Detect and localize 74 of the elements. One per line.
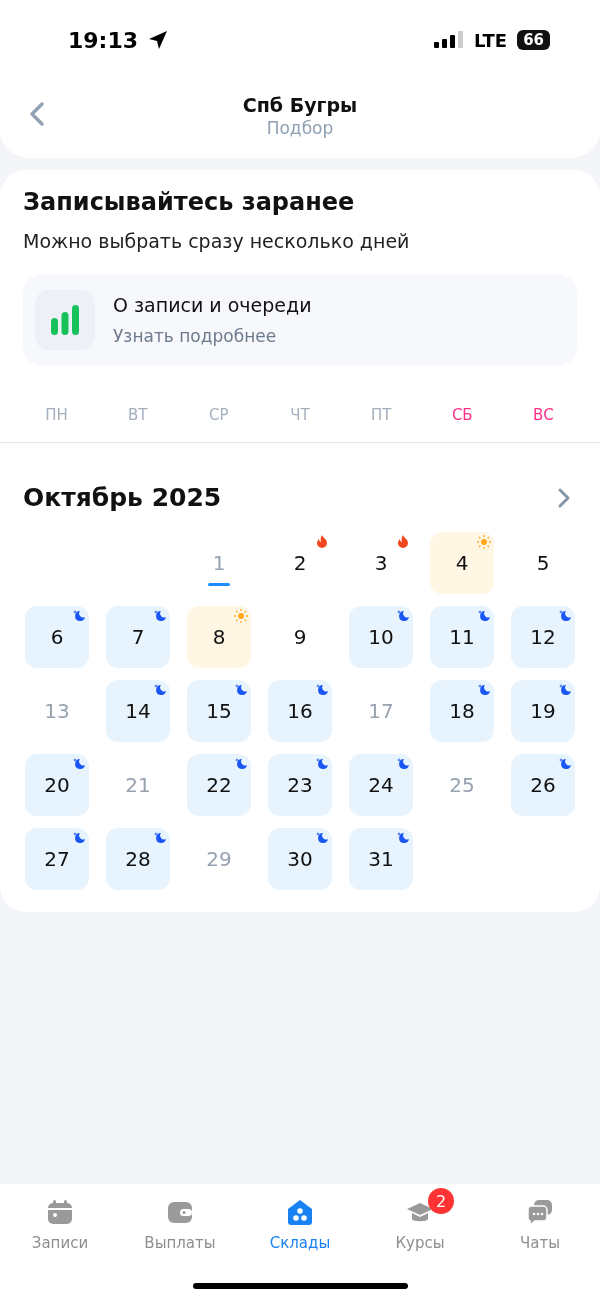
calendar-day[interactable]: 10 xyxy=(349,606,413,668)
tab-bar-item[interactable]: Склады xyxy=(240,1192,360,1258)
weekday-label: ПН xyxy=(44,406,69,424)
calendar-icon xyxy=(46,1198,74,1226)
calendar-day[interactable]: 20 xyxy=(25,754,89,816)
calendar-day[interactable]: 11 xyxy=(430,606,494,668)
calendar-day[interactable]: 7 xyxy=(106,606,170,668)
intro-text: Можно выбрать сразу несколько дней xyxy=(23,230,411,252)
moon-icon xyxy=(234,757,248,771)
moon-icon xyxy=(315,831,329,845)
header-subtitle: Подбор xyxy=(266,118,334,138)
calendar-day[interactable]: 12 xyxy=(511,606,575,668)
calendar-day[interactable]: 24 xyxy=(349,754,413,816)
month-title: Октябрь 2025 xyxy=(23,483,222,512)
moon-icon xyxy=(153,831,167,845)
calendar-day[interactable]: 18 xyxy=(430,680,494,742)
calendar-day[interactable]: 22 xyxy=(187,754,251,816)
sun-icon xyxy=(477,535,491,549)
info-link[interactable]: Узнать подробнее xyxy=(113,326,312,346)
calendar-day[interactable]: 15 xyxy=(187,680,251,742)
info-card[interactable]: О записи и очереди Узнать подробнее xyxy=(23,274,577,366)
header-title: Спб Бугры xyxy=(242,94,358,116)
moon-icon xyxy=(396,757,410,771)
notification-badge: 2 xyxy=(428,1188,454,1214)
moon-icon xyxy=(153,609,167,623)
calendar-day[interactable]: 8 xyxy=(187,606,251,668)
calendar-day[interactable]: 14 xyxy=(106,680,170,742)
house-icon xyxy=(286,1198,314,1226)
info-title: О записи и очереди xyxy=(113,294,312,316)
weekday-label: ЧТ xyxy=(289,406,311,424)
weekday-label: ВС xyxy=(532,406,555,424)
calendar-day[interactable]: 16 xyxy=(268,680,332,742)
moon-icon xyxy=(477,609,491,623)
moon-icon xyxy=(315,683,329,697)
signal-icon xyxy=(434,30,465,50)
moon-icon xyxy=(315,757,329,771)
moon-icon xyxy=(234,683,248,697)
calendar-day[interactable]: 6 xyxy=(25,606,89,668)
moon-icon xyxy=(72,757,86,771)
chat-icon xyxy=(526,1198,554,1226)
calendar-day[interactable]: 19 xyxy=(511,680,575,742)
calendar-day[interactable]: 9 xyxy=(268,606,332,668)
calendar-day[interactable]: 27 xyxy=(25,828,89,890)
calendar-day[interactable]: 30 xyxy=(268,828,332,890)
calendar-day[interactable]: 31 xyxy=(349,828,413,890)
status-time: 19:13 xyxy=(68,27,139,53)
network-type: LTE xyxy=(474,29,508,51)
moon-icon xyxy=(72,609,86,623)
chart-bars-icon xyxy=(35,290,95,350)
weekday-label: ВТ xyxy=(127,406,149,424)
fire-icon xyxy=(315,535,329,549)
calendar-day[interactable]: 3 xyxy=(349,532,413,594)
weekday-label: ПТ xyxy=(369,406,393,424)
moon-icon xyxy=(477,683,491,697)
moon-icon xyxy=(153,683,167,697)
calendar-day[interactable]: 23 xyxy=(268,754,332,816)
moon-icon xyxy=(396,831,410,845)
calendar-day[interactable]: 5 xyxy=(511,532,575,594)
moon-icon xyxy=(558,683,572,697)
moon-icon xyxy=(396,609,410,623)
sun-icon xyxy=(234,609,248,623)
weekday-label: СР xyxy=(208,406,230,424)
moon-icon xyxy=(72,831,86,845)
moon-icon xyxy=(558,757,572,771)
calendar-day[interactable]: 26 xyxy=(511,754,575,816)
weekday-label: СБ xyxy=(450,406,474,424)
calendar-day[interactable]: 28 xyxy=(106,828,170,890)
calendar-day[interactable]: 4 xyxy=(430,532,494,594)
calendar-day[interactable]: 2 xyxy=(268,532,332,594)
location-arrow-icon xyxy=(148,30,169,50)
fire-icon xyxy=(396,535,410,549)
moon-icon xyxy=(558,609,572,623)
battery-level: 66 xyxy=(517,30,550,50)
intro-title: Записывайтесь заранее xyxy=(23,188,356,216)
